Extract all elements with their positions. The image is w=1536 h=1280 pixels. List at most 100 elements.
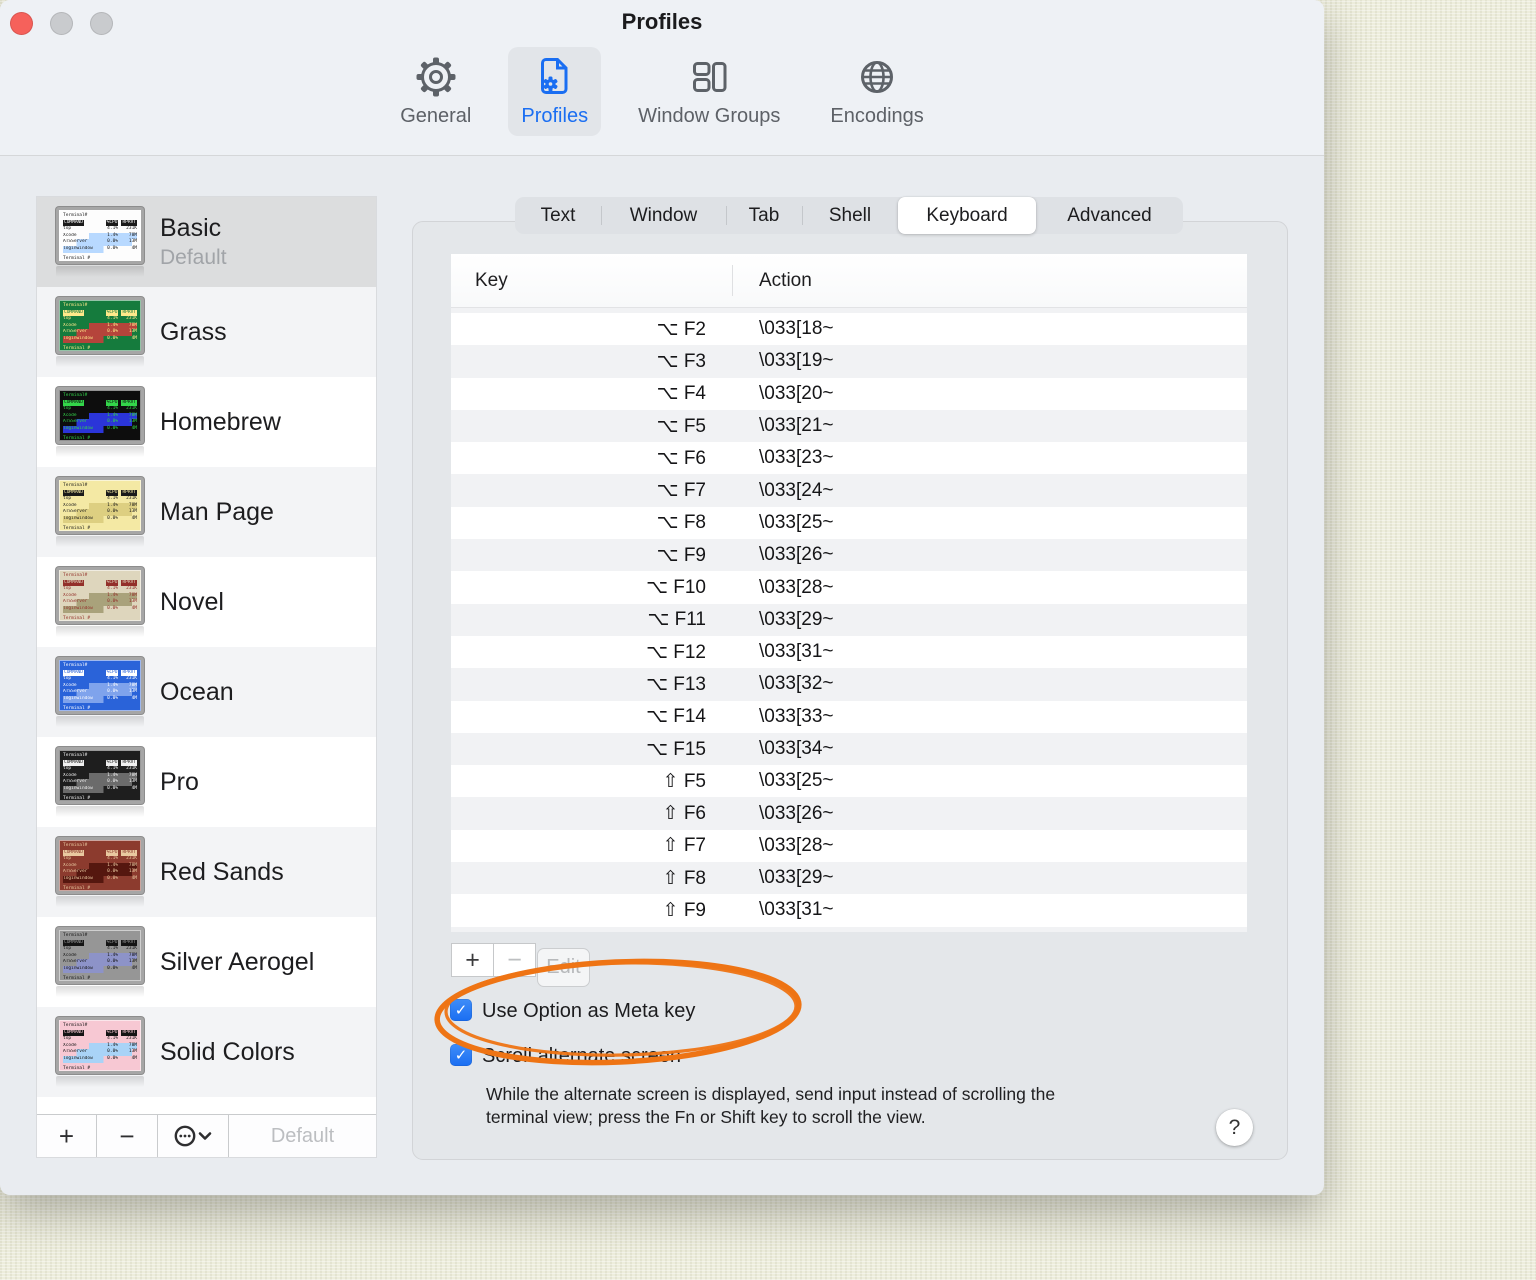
subtab[interactable]: Window <box>601 197 726 234</box>
key-mapping-row[interactable]: ⇧ F9 \033[31~ <box>451 894 1247 926</box>
column-header-action[interactable]: Action <box>759 270 812 292</box>
key-name: F7 <box>683 835 706 857</box>
profile-row[interactable]: Terminal# COMMAND %CPU RPRVT top 4.1% 231K… <box>37 737 376 827</box>
key-mapping-row[interactable]: ⌥ F7 \033[24~ <box>451 474 1247 507</box>
use-option-as-meta-checkbox[interactable]: ✓ <box>450 999 472 1021</box>
profile-name: Ocean <box>160 677 234 706</box>
thumbnail-reflection <box>56 446 144 457</box>
gear-icon <box>412 54 460 100</box>
terminal-preferences-window: Profiles General Profiles Window Groups … <box>0 0 1324 1195</box>
action-value: \033[34~ <box>759 738 834 759</box>
subtab[interactable]: Keyboard <box>898 197 1036 234</box>
modifier-symbol: ⌥ <box>656 479 679 502</box>
remove-profile-button[interactable]: − <box>97 1115 158 1157</box>
profile-name: Basic <box>160 214 222 242</box>
profile-row[interactable]: Terminal# COMMAND %CPU RPRVT top 4.1% 231K… <box>37 197 376 287</box>
scroll-alternate-screen-label[interactable]: Scroll alternate screen <box>482 1045 681 1068</box>
globe-icon <box>853 54 901 100</box>
profile-list: Terminal# COMMAND %CPU RPRVT top 4.1% 231K… <box>37 197 376 1097</box>
key-mapping-row[interactable]: ⌥ F11 \033[29~ <box>451 603 1247 636</box>
key-mapping-row[interactable]: ⌥ F5 \033[21~ <box>451 409 1247 443</box>
subtab[interactable]: Tab <box>726 197 802 234</box>
set-default-button[interactable]: Default <box>229 1115 376 1157</box>
profile-thumbnail: Terminal# COMMAND %CPU RPRVT top 4.1% 231K… <box>53 747 147 817</box>
action-value: \033[31~ <box>759 899 834 921</box>
profile-actions-menu-button[interactable] <box>158 1115 229 1157</box>
key-mapping-row[interactable]: ⌥ F6 \033[23~ <box>451 442 1247 474</box>
thumbnail-reflection <box>56 266 144 277</box>
key-name: F6 <box>683 447 706 469</box>
remove-key-button[interactable]: − <box>493 943 536 977</box>
profile-row[interactable]: Terminal# COMMAND %CPU RPRVT top 4.1% 231K… <box>37 827 376 917</box>
key-name: F12 <box>673 641 706 663</box>
toolbar-label: Profiles <box>521 105 589 127</box>
profile-row[interactable]: Terminal# COMMAND %CPU RPRVT top 4.1% 231K… <box>37 377 376 467</box>
key-name: F7 <box>683 480 706 502</box>
toolbar-item-general[interactable]: General <box>387 47 484 136</box>
modifier-symbol: ⌥ <box>646 576 668 599</box>
profile-thumbnail: Terminal# COMMAND %CPU RPRVT top 4.1% 231K… <box>53 567 147 637</box>
action-value: \033[25~ <box>759 770 834 792</box>
window-groups-icon <box>685 54 733 100</box>
add-profile-button[interactable]: + <box>37 1115 97 1157</box>
key-mapping-row[interactable]: ⇧ F6 \033[26~ <box>451 797 1247 830</box>
toolbar-item-encodings[interactable]: Encodings <box>817 47 936 136</box>
column-divider[interactable] <box>732 265 733 296</box>
action-value: \033[29~ <box>759 608 834 630</box>
desktop-background: Profiles General Profiles Window Groups … <box>0 0 1536 1280</box>
action-value: \033[32~ <box>759 673 834 695</box>
checkmark-icon: ✓ <box>454 1002 468 1019</box>
key-name: F8 <box>683 512 706 534</box>
key-mapping-row[interactable]: ⌥ F14 \033[33~ <box>451 701 1247 733</box>
edit-key-button[interactable]: Edit <box>537 948 590 987</box>
key-mapping-row[interactable]: ⇧ F5 \033[25~ <box>451 765 1247 797</box>
profile-row[interactable]: Terminal# COMMAND %CPU RPRVT top 4.1% 231K… <box>37 287 376 377</box>
subtab[interactable]: Text <box>515 197 601 234</box>
add-key-button[interactable]: + <box>451 943 494 977</box>
help-button[interactable]: ? <box>1216 1109 1253 1146</box>
subtab[interactable]: Advanced <box>1036 197 1183 234</box>
profile-name: Grass <box>160 317 227 346</box>
modifier-symbol: ⇧ <box>662 802 679 825</box>
toolbar-item-profiles[interactable]: Profiles <box>508 47 602 136</box>
preferences-toolbar: General Profiles Window Groups Encodings <box>0 47 1324 136</box>
modifier-symbol: ⌥ <box>656 414 679 437</box>
table-header[interactable]: Key Action <box>451 254 1247 308</box>
profile-row[interactable]: Terminal# COMMAND %CPU RPRVT top 4.1% 231K… <box>37 647 376 737</box>
use-option-as-meta-label[interactable]: Use Option as Meta key <box>482 1000 695 1023</box>
key-mapping-row[interactable]: ⌥ F15 \033[34~ <box>451 732 1247 766</box>
profile-row[interactable]: Terminal# COMMAND %CPU RPRVT top 4.1% 231K… <box>37 557 376 647</box>
key-mapping-row[interactable]: ⌥ F2 \033[18~ <box>451 313 1247 345</box>
key-mapping-row[interactable]: ⇧ F7 \033[28~ <box>451 830 1247 862</box>
modifier-symbol: ⇧ <box>662 866 679 889</box>
column-header-key[interactable]: Key <box>475 270 508 292</box>
profile-row[interactable]: Terminal# COMMAND %CPU RPRVT top 4.1% 231K… <box>37 917 376 1007</box>
key-mapping-row[interactable]: ⇧ F8 \033[29~ <box>451 862 1247 895</box>
key-mapping-row[interactable]: ⌥ F3 \033[19~ <box>451 345 1247 378</box>
toolbar-item-window-groups[interactable]: Window Groups <box>625 47 793 136</box>
key-mapping-row[interactable]: ⌥ F4 \033[20~ <box>451 378 1247 410</box>
key-mapping-row[interactable]: ⌥ F10 \033[28~ <box>451 571 1247 603</box>
thumbnail-reflection <box>56 536 144 547</box>
profile-name: Silver Aerogel <box>160 947 315 976</box>
profile-row[interactable]: Terminal# COMMAND %CPU RPRVT top 4.1% 231K… <box>37 467 376 557</box>
modifier-symbol: ⌥ <box>656 349 679 372</box>
key-mapping-row[interactable]: ⌥ F9 \033[26~ <box>451 539 1247 572</box>
subtab[interactable]: Shell <box>802 197 898 234</box>
key-name: F5 <box>683 415 706 437</box>
profile-thumbnail: Terminal# COMMAND %CPU RPRVT top 4.1% 231K… <box>53 837 147 907</box>
scroll-alternate-screen-checkbox[interactable]: ✓ <box>450 1044 472 1066</box>
action-value: \033[28~ <box>759 834 834 856</box>
profile-row[interactable]: Terminal# COMMAND %CPU RPRVT top 4.1% 231K… <box>37 1007 376 1097</box>
action-value: \033[24~ <box>759 479 834 501</box>
thumbnail-reflection <box>56 986 144 997</box>
key-mapping-row[interactable]: ⌥ F12 \033[31~ <box>451 636 1247 668</box>
key-name: F9 <box>683 899 706 921</box>
key-mapping-row[interactable]: ⌥ F13 \033[32~ <box>451 668 1247 701</box>
action-value: \033[18~ <box>759 318 834 340</box>
key-mapping-row[interactable]: ⌥ F8 \033[25~ <box>451 507 1247 539</box>
action-value: \033[29~ <box>759 867 834 889</box>
thumbnail-reflection <box>56 716 144 727</box>
profile-thumbnail: Terminal# COMMAND %CPU RPRVT top 4.1% 231K… <box>53 297 147 367</box>
profile-thumbnail: Terminal# COMMAND %CPU RPRVT top 4.1% 231K… <box>53 1017 147 1087</box>
